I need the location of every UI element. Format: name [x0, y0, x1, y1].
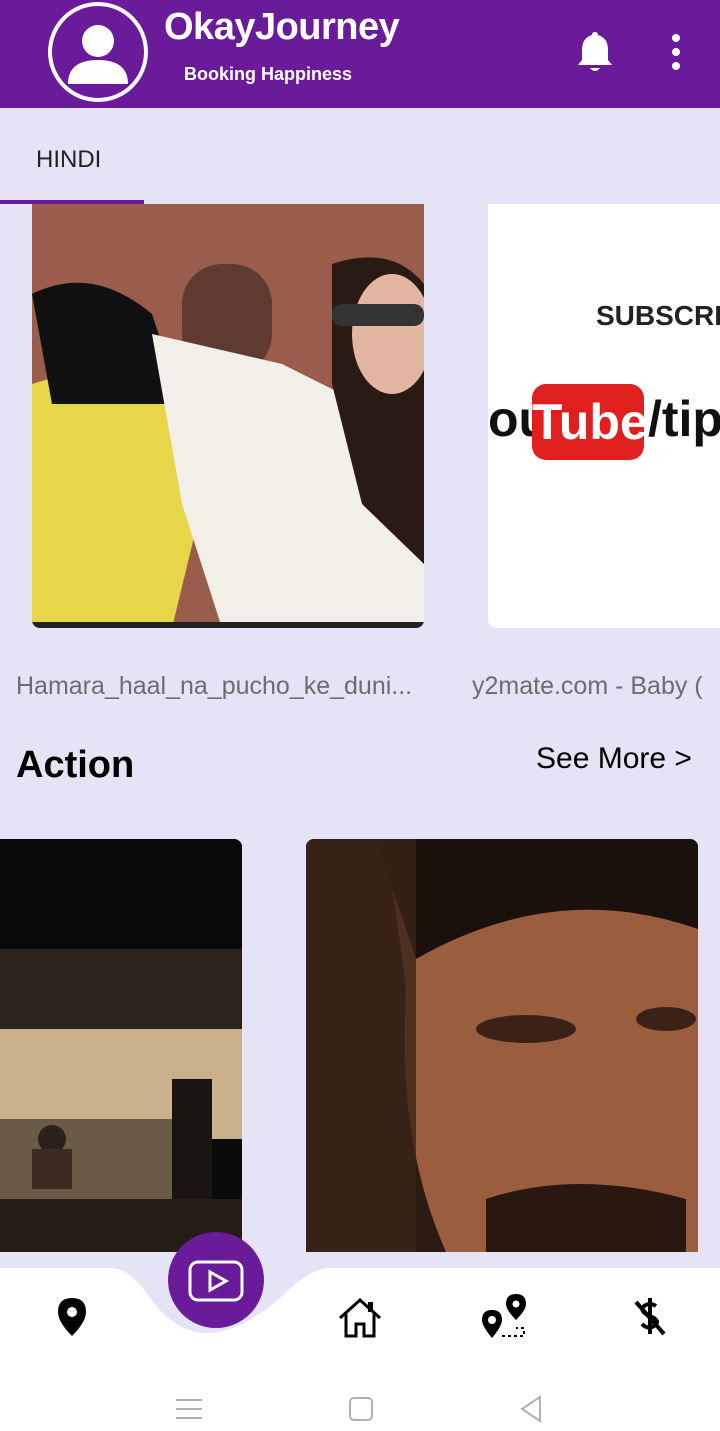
category-tabs: HINDI	[0, 108, 720, 204]
thumbnail-caption: /tip	[648, 391, 720, 447]
bell-icon[interactable]	[574, 28, 616, 76]
video-thumbnail[interactable]	[32, 204, 424, 628]
square-home-icon[interactable]	[346, 1394, 376, 1424]
play-video-button[interactable]	[168, 1232, 264, 1328]
system-navigation-bar	[0, 1368, 720, 1431]
video-title[interactable]: Hamara_haal_na_pucho_ke_duni...	[16, 672, 440, 701]
section-title: Action	[16, 744, 135, 786]
location-pin-icon[interactable]	[50, 1294, 94, 1338]
video-title[interactable]: y2mate.com - Baby (	[472, 672, 720, 701]
menu-icon[interactable]	[174, 1394, 204, 1424]
back-triangle-icon[interactable]	[516, 1394, 546, 1424]
play-video-icon	[188, 1260, 244, 1302]
tab-hindi[interactable]: HINDI	[0, 108, 144, 204]
bottom-navigation	[0, 1268, 720, 1368]
app-title: OkayJourney	[164, 6, 400, 48]
video-thumbnail[interactable]	[306, 839, 698, 1252]
home-icon[interactable]	[336, 1294, 384, 1342]
thumbnail-caption: SUBSCRIB	[596, 300, 720, 331]
route-icon[interactable]	[480, 1292, 530, 1342]
see-more-link[interactable]: See More >	[536, 742, 692, 776]
tab-label: HINDI	[36, 146, 102, 173]
youtube-logo: Tube	[532, 384, 648, 460]
no-money-icon[interactable]	[628, 1294, 672, 1338]
app-header: OkayJourney Booking Happiness	[0, 0, 720, 108]
more-vert-icon[interactable]	[664, 32, 688, 72]
video-thumbnail[interactable]: SUBSCRIB ou Tube /tip	[488, 204, 720, 628]
user-avatar-icon[interactable]	[48, 2, 148, 102]
video-thumbnail[interactable]	[0, 839, 242, 1252]
app-subtitle: Booking Happiness	[184, 64, 353, 84]
